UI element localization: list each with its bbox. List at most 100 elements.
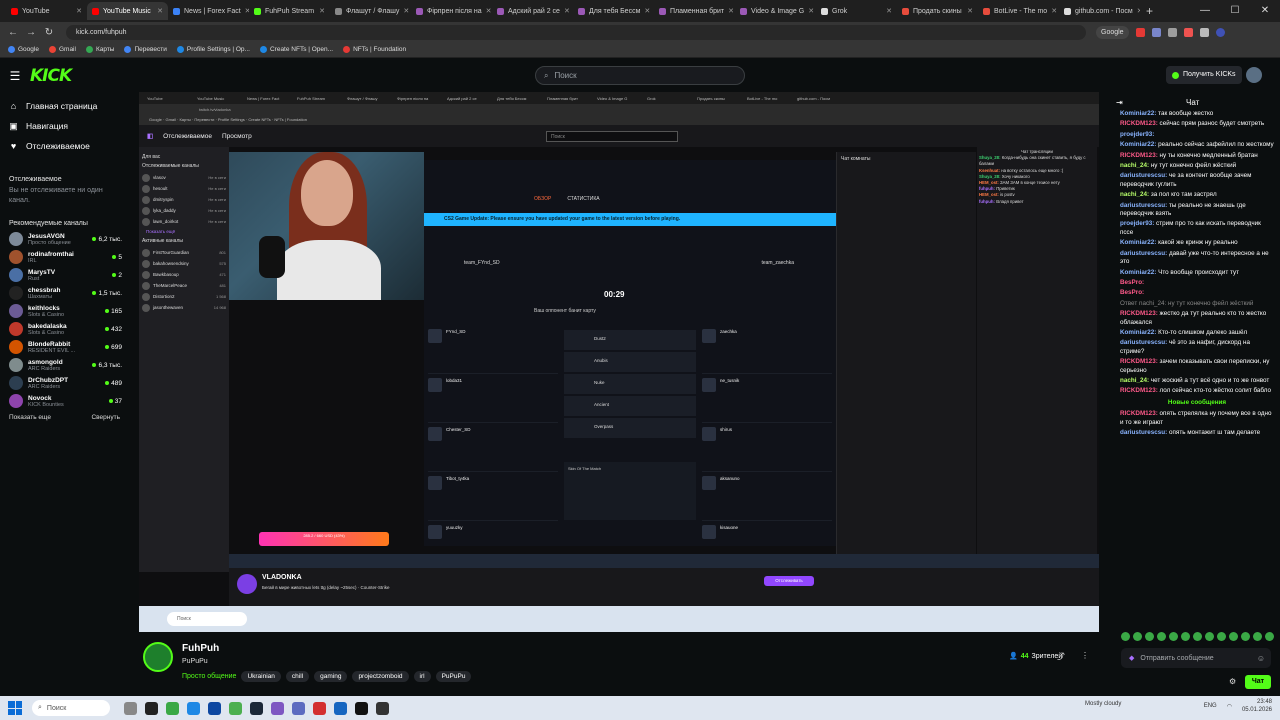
emote-icon[interactable]: [1229, 632, 1238, 641]
browser-tab[interactable]: Пламенная брит ✕: [654, 2, 735, 20]
tab-close-icon[interactable]: ✕: [644, 7, 650, 15]
chat-username[interactable]: Kominiar22:: [1120, 141, 1156, 148]
tab-close-icon[interactable]: ✕: [808, 7, 814, 15]
emote-icon[interactable]: [1241, 632, 1250, 641]
chat-input[interactable]: ◆ Отправить сообщение ☺: [1121, 648, 1271, 668]
emote-icon[interactable]: [1205, 632, 1214, 641]
stream-category[interactable]: Просто общение: [182, 673, 236, 680]
bookmark-item[interactable]: Profile Settings | Op...: [176, 46, 250, 53]
tab-close-icon[interactable]: ✕: [403, 7, 409, 15]
google-profile-pill[interactable]: Google: [1096, 25, 1129, 39]
bookmark-item[interactable]: Create NFTs | Open...: [259, 46, 333, 53]
tab-close-icon[interactable]: ✕: [76, 7, 82, 15]
browser-tab[interactable]: Фірпрен після на ✕: [411, 2, 492, 20]
emote-icon[interactable]: [1121, 632, 1130, 641]
chat-username[interactable]: dariusturescsu:: [1120, 202, 1167, 209]
sidebar-nav-item[interactable]: ▣ Навигация: [9, 116, 128, 136]
extension-icon[interactable]: [1151, 27, 1161, 37]
chat-username[interactable]: dariusturescsu:: [1120, 172, 1167, 179]
clock[interactable]: 23:48 05.01.2026: [1242, 698, 1272, 714]
taskbar-app-icon[interactable]: [271, 701, 284, 715]
browser-tab[interactable]: Продать скины ✕: [897, 2, 978, 20]
search-input[interactable]: ⌕ Поиск: [535, 66, 745, 85]
chat-username[interactable]: Kominiar22:: [1120, 269, 1156, 276]
more-options-icon[interactable]: ⋮: [1081, 651, 1089, 660]
browser-tab[interactable]: Адский рай 2 се ✕: [492, 2, 573, 20]
taskbar-app-icon[interactable]: [166, 701, 179, 715]
recommended-channel[interactable]: bakedalaska Slots & Casino 432: [9, 320, 128, 338]
chat-username[interactable]: proejder93:: [1120, 220, 1154, 227]
emote-icon[interactable]: [1145, 632, 1154, 641]
tab-close-icon[interactable]: ✕: [486, 7, 492, 15]
chat-username[interactable]: Kominiar22:: [1120, 239, 1156, 246]
bookmark-item[interactable]: Перевести: [124, 46, 167, 53]
taskbar-app-icon[interactable]: [355, 701, 368, 715]
recommended-channel[interactable]: keithlocks Slots & Casino 165: [9, 302, 128, 320]
recommended-channel[interactable]: rodinafromthai IRL 5: [9, 248, 128, 266]
stream-tag[interactable]: projectzomboid: [352, 671, 409, 682]
user-avatar[interactable]: [1246, 67, 1262, 83]
chat-username[interactable]: nachi_24:: [1120, 377, 1149, 384]
browser-tab[interactable]: News | Forex Fact ✕: [168, 2, 249, 20]
tab-close-icon[interactable]: ✕: [967, 7, 973, 15]
tab-close-icon[interactable]: ✕: [564, 7, 570, 15]
bookmark-item[interactable]: Карты: [85, 46, 114, 53]
chat-username[interactable]: Kominiar22:: [1120, 110, 1156, 117]
tab-close-icon[interactable]: ✕: [319, 7, 325, 15]
emote-icon[interactable]: [1157, 632, 1166, 641]
chat-username[interactable]: dariusturescsu:: [1120, 250, 1167, 257]
browser-tab[interactable]: Grok ✕: [816, 2, 897, 20]
taskbar-app-icon[interactable]: [376, 701, 389, 715]
puzzle-icon[interactable]: [1199, 27, 1209, 37]
taskbar-app-icon[interactable]: [124, 701, 137, 715]
chat-messages[interactable]: Kominiar22: так вообще жестко RICKDM123: …: [1120, 110, 1274, 646]
bookmark-item[interactable]: Gmail: [48, 46, 76, 53]
chat-username[interactable]: RICKDM123:: [1120, 152, 1158, 159]
taskbar-app-icon[interactable]: [145, 701, 158, 715]
recommended-channel[interactable]: chessbrah Шахматы 1,5 тыс.: [9, 284, 128, 302]
chat-send-button[interactable]: Чат: [1245, 675, 1271, 689]
tray-language[interactable]: ENG: [1204, 703, 1217, 709]
recommended-channel[interactable]: asmongold ARC Raiders 6,3 тыс.: [9, 356, 128, 374]
chat-username[interactable]: RICKDM123:: [1120, 120, 1158, 127]
url-field[interactable]: kick.com/fuhpuh: [66, 24, 1086, 40]
taskbar-app-icon[interactable]: [187, 701, 200, 715]
recommended-channel[interactable]: JesusAVGN Просто общение 6,2 тыс.: [9, 230, 128, 248]
video-player[interactable]: YouTube YouTube Music News | Forex Fact Fuh…: [139, 92, 1099, 632]
maximize-icon[interactable]: ☐: [1220, 0, 1250, 22]
emote-icon[interactable]: [1253, 632, 1262, 641]
recommended-channel[interactable]: BlondeRabbit RESIDENT EVIL ... 699: [9, 338, 128, 356]
extension-icon[interactable]: [1183, 27, 1193, 37]
taskbar-search[interactable]: ⌕ Поиск: [32, 700, 110, 716]
sidebar-nav-item[interactable]: ♥ Отслеживаемое: [9, 136, 128, 156]
chat-settings-icon[interactable]: ⚙: [1229, 677, 1236, 686]
tab-close-icon[interactable]: ✕: [728, 7, 734, 15]
chat-username[interactable]: BesPro:: [1120, 289, 1144, 296]
weather-widget[interactable]: Mostly cloudy: [1085, 701, 1121, 707]
emote-icon[interactable]: [1265, 632, 1274, 641]
new-messages-divider[interactable]: Новые сообщения: [1120, 399, 1274, 407]
channel-name[interactable]: FuhPuh: [182, 643, 219, 654]
extension-icon[interactable]: [1135, 27, 1145, 37]
browser-tab[interactable]: BotLive - The mo ✕: [978, 2, 1059, 20]
windows-start-icon[interactable]: [8, 701, 22, 715]
chat-username[interactable]: Kominiar22:: [1120, 329, 1156, 336]
taskbar-app-icon[interactable]: [292, 701, 305, 715]
browser-tab[interactable]: Для тебя Бессм ✕: [573, 2, 654, 20]
browser-tab[interactable]: github.com - Посм ✕: [1059, 2, 1140, 20]
extension-icon[interactable]: [1167, 27, 1177, 37]
chat-username[interactable]: dariusturescsu:: [1120, 339, 1167, 346]
chat-username[interactable]: RICKDM123:: [1120, 358, 1158, 365]
browser-tab[interactable]: Флашут / Флашу ✕: [330, 2, 411, 20]
back-icon[interactable]: ←: [6, 27, 20, 38]
stream-tag[interactable]: PuPuPu: [435, 671, 472, 682]
collapse-link[interactable]: Свернуть: [91, 414, 120, 421]
chat-username[interactable]: RICKDM123:: [1120, 410, 1158, 417]
recommended-channel[interactable]: MarysTV Rust 2: [9, 266, 128, 284]
show-more-link[interactable]: Показать еще: [9, 414, 51, 421]
tab-close-icon[interactable]: ✕: [157, 7, 163, 15]
stream-tag[interactable]: chill: [285, 671, 310, 682]
taskbar-app-icon[interactable]: [313, 701, 326, 715]
bookmark-item[interactable]: NFTs | Foundation: [343, 46, 406, 53]
browser-tab[interactable]: YouTube ✕: [6, 2, 87, 20]
